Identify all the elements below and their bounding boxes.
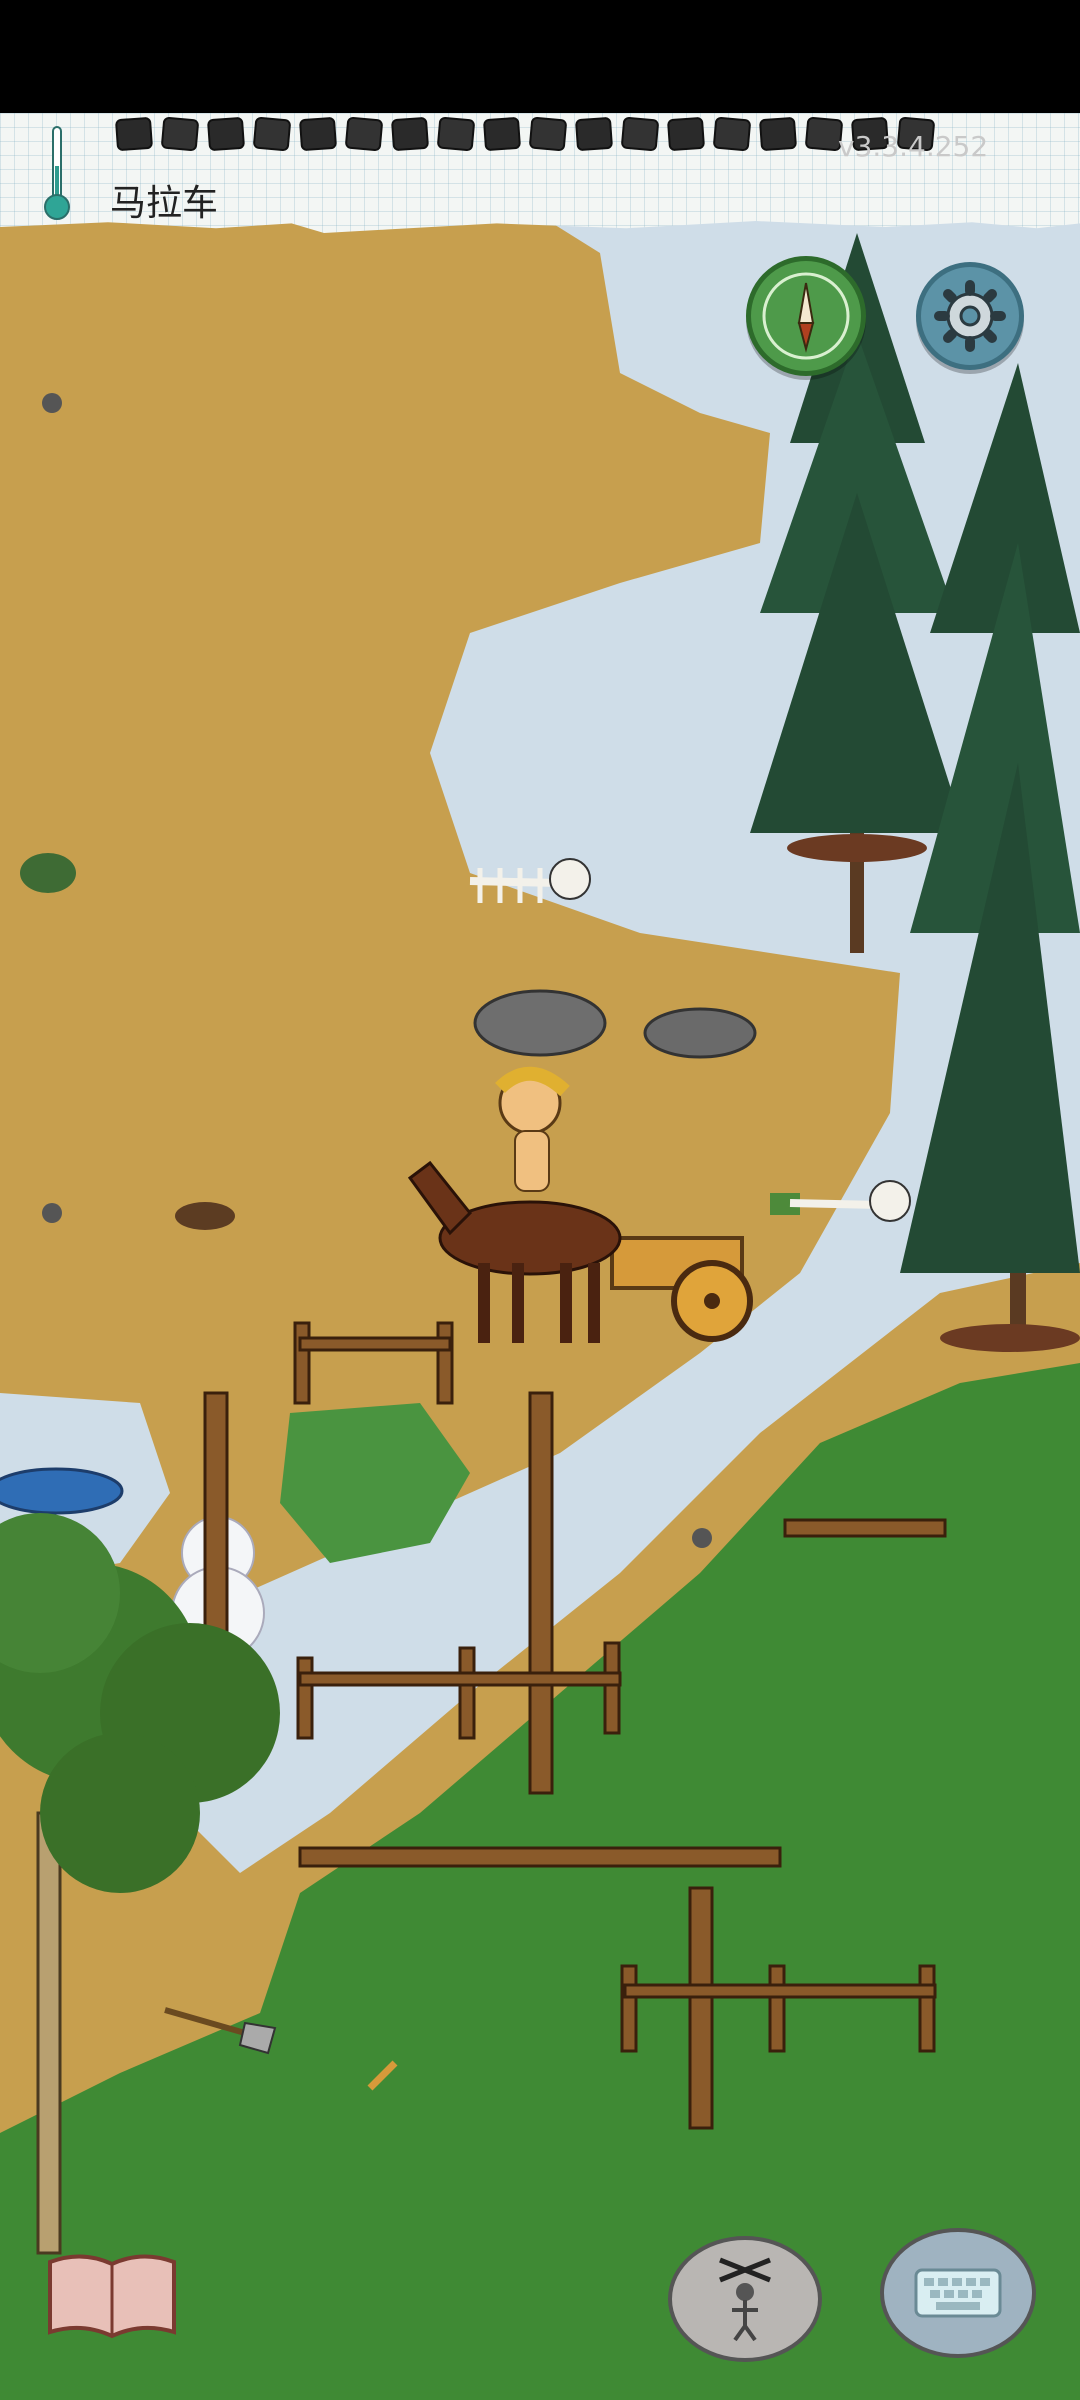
hunger-pip [298,116,338,152]
puppet-emote-icon [719,2257,771,2342]
hunger-pip [114,116,154,152]
hunger-pip [482,116,522,152]
kindling[interactable] [175,1202,235,1230]
hunger-pip [252,116,292,152]
version-label: v3.3.4.252 [838,130,989,163]
hunger-pip [436,116,476,152]
hunger-pip [206,116,246,152]
compass-icon [762,272,850,360]
hunger-pip [390,116,430,152]
gear-icon [934,280,1006,352]
world-scene [0,113,1080,2400]
status-bar [0,0,1080,113]
bush[interactable] [20,853,76,893]
keyboard-icon [914,2268,1002,2318]
small-stone[interactable] [42,1203,62,1223]
big-rock[interactable] [643,1007,757,1059]
thermometer-icon [44,126,70,222]
hunger-pip [574,116,614,152]
hunger-pip [528,116,568,152]
hunger-pip [620,116,660,152]
big-rock[interactable] [473,989,607,1057]
held-object-label: 马拉车 [110,183,219,224]
hunger-pip [344,116,384,152]
small-stone[interactable] [692,1528,712,1548]
hunger-pip [712,116,752,152]
pond[interactable] [0,1467,124,1515]
emote-button[interactable] [668,2236,822,2362]
compass-button[interactable] [746,256,866,376]
settings-button[interactable] [916,262,1024,370]
hunger-pip [758,116,798,152]
game-world[interactable] [0,113,1080,2400]
hunger-pip [666,116,706,152]
journal-button[interactable] [42,2246,182,2346]
keyboard-button[interactable] [880,2228,1036,2358]
hunger-pip [160,116,200,152]
hunger-bar [114,116,936,152]
book-icon [48,2254,176,2339]
small-stone[interactable] [42,393,62,413]
